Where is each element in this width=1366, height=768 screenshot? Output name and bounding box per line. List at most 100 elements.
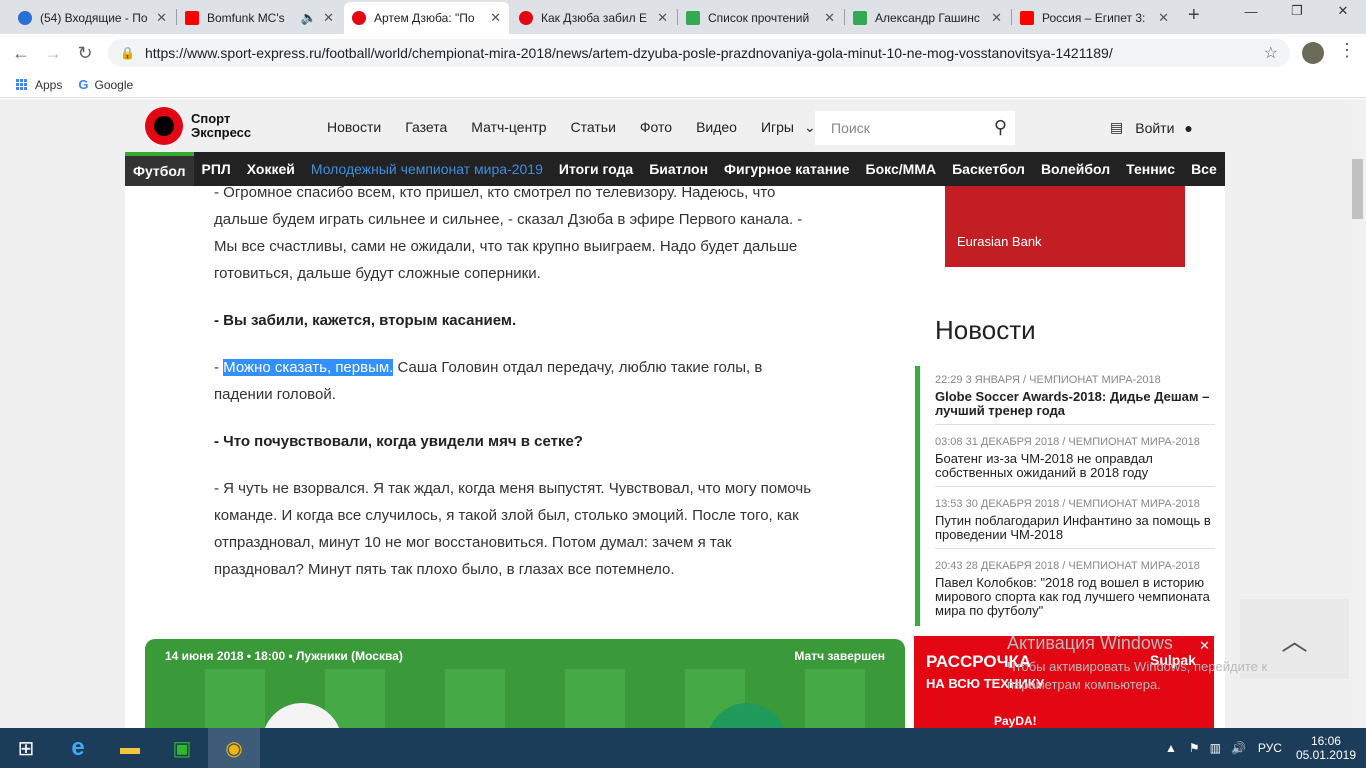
- news-item[interactable]: 03:08 31 декабря 2018 / Чемпионат мира-2…: [935, 436, 1215, 487]
- new-tab-button[interactable]: +: [1188, 4, 1200, 27]
- close-icon[interactable]: ✕: [490, 10, 501, 26]
- file-explorer-button[interactable]: ▬: [104, 728, 156, 768]
- tab-reading-list[interactable]: Список прочтений ✕: [678, 2, 843, 34]
- newspaper-icon: ▤: [1110, 119, 1124, 135]
- selected-text[interactable]: Можно сказать, первым.: [223, 359, 394, 376]
- forward-button[interactable]: →: [40, 40, 66, 66]
- category-hockey[interactable]: Хоккей: [239, 152, 303, 186]
- store-button[interactable]: ▣: [156, 728, 208, 768]
- show-hidden-icon[interactable]: ▲: [1165, 741, 1177, 755]
- category-rpl[interactable]: РПЛ: [194, 152, 239, 186]
- site-header: Спорт Экспресс Новости Газета Матч-центр …: [125, 99, 1225, 152]
- bookmark-star-icon[interactable]: ☆: [1264, 43, 1278, 63]
- bank-advertisement[interactable]: Eurasian Bank: [945, 186, 1185, 267]
- menu-icon[interactable]: ⋮: [1338, 40, 1356, 61]
- youtube-icon: [185, 11, 199, 25]
- system-tray: ▲ ⚑ ▥ 🔊 РУС 16:06 05.01.2019: [1165, 728, 1356, 768]
- clock[interactable]: 16:06 05.01.2019: [1296, 734, 1356, 762]
- nav-games[interactable]: Игры: [761, 119, 794, 136]
- tab-dzyuba-goal[interactable]: Как Дзюба забил Е ✕: [511, 2, 676, 34]
- tab-gashinsky[interactable]: Александр Гашинс ✕: [845, 2, 1010, 34]
- news-item[interactable]: 20:43 28 декабря 2018 / Чемпионат мира-2…: [935, 560, 1215, 624]
- profile-avatar[interactable]: [1302, 42, 1324, 64]
- site-search-input[interactable]: Поиск ⚲: [815, 111, 1015, 145]
- nav-video[interactable]: Видео: [696, 119, 737, 136]
- nav-newspaper[interactable]: Газета: [405, 119, 447, 136]
- tab-bomfunk[interactable]: Bomfunk MC's 🔈 ✕: [177, 2, 342, 34]
- bookmark-apps[interactable]: Apps: [16, 78, 62, 92]
- chevron-down-icon[interactable]: ⌄: [804, 119, 816, 136]
- close-window-button[interactable]: ✕: [1320, 0, 1366, 22]
- youtube-icon: [1020, 11, 1034, 25]
- category-football[interactable]: Футбол: [125, 152, 194, 186]
- chrome-icon: ◉: [225, 737, 243, 760]
- close-icon[interactable]: ✕: [156, 10, 167, 26]
- page-scrollbar[interactable]: [1349, 99, 1366, 728]
- reload-button[interactable]: ↻: [72, 40, 98, 66]
- article-paragraph: - Огромное спасибо всем, кто пришел, кто…: [214, 184, 803, 282]
- tab-russia-egypt[interactable]: Россия – Египет 3: ✕: [1012, 2, 1177, 34]
- address-bar[interactable]: 🔒 https://www.sport-express.ru/football/…: [108, 39, 1290, 67]
- main-nav: Новости Газета Матч-центр Статьи Фото Ви…: [327, 119, 840, 136]
- lock-icon: 🔒: [120, 46, 135, 60]
- internet-explorer-button[interactable]: e: [52, 728, 104, 768]
- match-info: 14 июня 2018 • 18:00 • Лужники (Москва): [165, 649, 403, 663]
- scrollbar-thumb[interactable]: [1352, 159, 1363, 219]
- store-icon: ▣: [172, 737, 192, 760]
- category-basketball[interactable]: Баскетбол: [944, 152, 1033, 186]
- sport-express-icon: [519, 11, 533, 25]
- news-item[interactable]: 13:53 30 декабря 2018 / Чемпионат мира-2…: [935, 498, 1215, 549]
- tab-dzyuba-article[interactable]: Артем Дзюба: "По ✕: [344, 2, 509, 34]
- site-logo[interactable]: Спорт Экспресс: [145, 107, 251, 145]
- category-all[interactable]: Все: [1183, 152, 1225, 186]
- mail-icon: [18, 11, 32, 25]
- category-figure-skating[interactable]: Фигурное катание: [716, 152, 858, 186]
- flag-icon[interactable]: ⚑: [1189, 741, 1200, 755]
- category-boxing-mma[interactable]: Бокс/ММА: [858, 152, 945, 186]
- category-tennis[interactable]: Теннис: [1118, 152, 1183, 186]
- interview-question: - Что почувствовали, когда увидели мяч в…: [214, 433, 583, 450]
- sport-express-icon: [352, 11, 366, 25]
- volume-icon[interactable]: 🔊: [1231, 741, 1246, 755]
- language-indicator[interactable]: РУС: [1258, 741, 1282, 755]
- category-bar: Футбол РПЛ Хоккей Молодежный чемпионат м…: [125, 152, 1225, 186]
- chrome-button[interactable]: ◉: [208, 728, 260, 768]
- interview-question: - Вы забили, кажется, вторым касанием.: [214, 312, 517, 329]
- audio-icon[interactable]: 🔈: [301, 10, 317, 26]
- close-icon[interactable]: ✕: [323, 10, 334, 26]
- match-card[interactable]: 14 июня 2018 • 18:00 • Лужники (Москва) …: [145, 639, 905, 728]
- sheets-icon: [686, 11, 700, 25]
- nav-photo[interactable]: Фото: [640, 119, 672, 136]
- category-volleyball[interactable]: Волейбол: [1033, 152, 1118, 186]
- nav-news[interactable]: Новости: [327, 119, 381, 136]
- tab-bar: (54) Входящие - По ✕ Bomfunk MC's 🔈 ✕ Артем…: [0, 0, 1366, 34]
- close-icon[interactable]: ✕: [1158, 10, 1169, 26]
- close-icon[interactable]: ✕: [991, 10, 1002, 26]
- minimize-button[interactable]: —: [1228, 0, 1274, 22]
- category-biathlon[interactable]: Биатлон: [641, 152, 716, 186]
- web-page: - Огромное спасибо всем, кто пришел, кто…: [0, 99, 1349, 728]
- restore-button[interactable]: ❐: [1274, 0, 1320, 22]
- nav-match-center[interactable]: Матч-центр: [471, 119, 546, 136]
- news-item[interactable]: 22:29 3 января / Чемпионат мира-2018 Glo…: [935, 374, 1215, 425]
- login-link[interactable]: ▤ Войти ●: [1110, 119, 1193, 136]
- search-icon[interactable]: ⚲: [994, 117, 1007, 138]
- tab-inbox[interactable]: (54) Входящие - По ✕: [10, 2, 175, 34]
- apps-grid-icon: [16, 79, 27, 90]
- back-button[interactable]: ←: [8, 40, 34, 66]
- close-icon[interactable]: ✕: [657, 10, 668, 26]
- interview-answer: - Я чуть не взорвался. Я так ждал, когда…: [214, 480, 812, 578]
- interview-answer: - Можно сказать, первым. Саша Головин от…: [214, 359, 763, 403]
- folder-icon: ▬: [120, 736, 140, 759]
- category-youth-wc[interactable]: Молодежный чемпионат мира-2019: [303, 152, 551, 186]
- windows-taskbar: ⊞ e ▬ ▣ ◉ ▲ ⚑ ▥ 🔊 РУС 16:06 05.01.2019: [0, 728, 1366, 768]
- network-icon[interactable]: ▥: [1210, 741, 1221, 755]
- match-status: Матч завершен: [794, 649, 885, 663]
- start-button[interactable]: ⊞: [0, 728, 52, 768]
- category-year-results[interactable]: Итоги года: [551, 152, 641, 186]
- close-icon[interactable]: ✕: [824, 10, 835, 26]
- nav-articles[interactable]: Статьи: [571, 119, 616, 136]
- bookmark-google[interactable]: G Google: [78, 77, 133, 92]
- article-body: - Огромное спасибо всем, кто пришел, кто…: [214, 179, 824, 603]
- windows-activation-watermark: Активация Windows Чтобы активировать Win…: [1007, 633, 1268, 692]
